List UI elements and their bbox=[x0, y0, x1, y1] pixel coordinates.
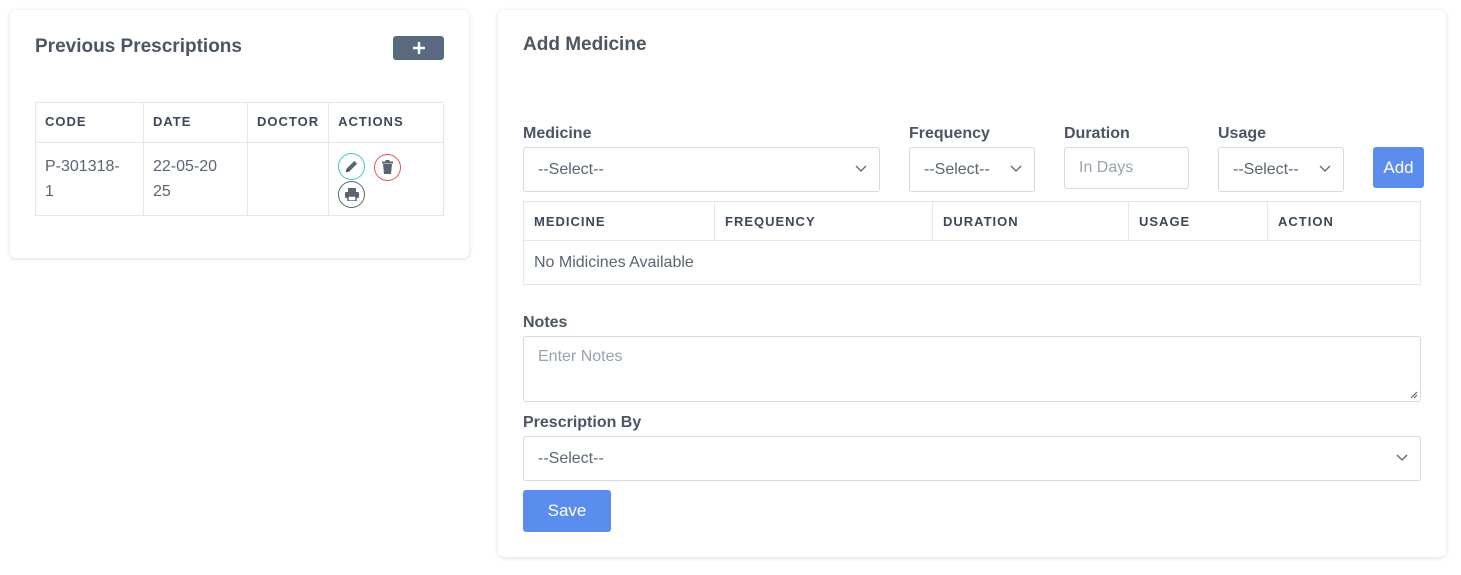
add-medicine-card: Add Medicine Medicine --Select-- Frequen… bbox=[498, 10, 1446, 557]
delete-prescription-button[interactable] bbox=[374, 153, 402, 181]
prescriptions-table: CODE DATE DOCTOR ACTIONS P-301318-1 22-0… bbox=[35, 102, 444, 216]
column-header-medicine: MEDICINE bbox=[523, 201, 715, 241]
table-row: P-301318-1 22-05-2025 bbox=[35, 142, 444, 216]
trash-icon bbox=[382, 160, 394, 174]
plus-icon bbox=[412, 42, 425, 54]
table-row: No Midicines Available bbox=[523, 240, 1421, 285]
save-button[interactable]: Save bbox=[523, 490, 611, 532]
column-header-code: CODE bbox=[35, 102, 144, 143]
medicines-table: MEDICINE FREQUENCY DURATION USAGE ACTION… bbox=[523, 201, 1421, 285]
chevron-down-icon bbox=[855, 165, 867, 172]
usage-select[interactable]: --Select-- bbox=[1218, 147, 1344, 192]
frequency-label: Frequency bbox=[909, 125, 990, 142]
medicine-label: Medicine bbox=[523, 125, 592, 142]
chevron-down-icon bbox=[1319, 165, 1331, 172]
previous-prescriptions-title: Previous Prescriptions bbox=[35, 36, 242, 57]
edit-icon bbox=[345, 160, 358, 173]
prescription-doctor bbox=[246, 142, 330, 216]
column-header-doctor: DOCTOR bbox=[246, 102, 330, 143]
column-header-actions: ACTIONS bbox=[328, 102, 444, 143]
duration-label: Duration bbox=[1064, 125, 1130, 142]
prescription-actions bbox=[328, 142, 444, 216]
notes-textarea[interactable]: Enter Notes bbox=[523, 336, 1421, 402]
prescription-by-label: Prescription By bbox=[523, 414, 642, 431]
print-prescription-button[interactable] bbox=[338, 180, 366, 208]
previous-prescriptions-card: Previous Prescriptions CODE DATE DOCTOR … bbox=[10, 10, 469, 258]
medicine-select[interactable]: --Select-- bbox=[523, 147, 880, 192]
chevron-down-icon bbox=[1396, 454, 1408, 461]
column-header-frequency: FREQUENCY bbox=[714, 201, 933, 241]
duration-input[interactable]: In Days bbox=[1064, 147, 1189, 189]
edit-prescription-button[interactable] bbox=[338, 153, 366, 180]
add-medicine-button[interactable]: Add bbox=[1373, 147, 1424, 188]
chevron-down-icon bbox=[1010, 165, 1022, 172]
column-header-duration: DURATION bbox=[932, 201, 1129, 241]
print-icon bbox=[344, 187, 359, 201]
prescription-date: 22-05-2025 bbox=[143, 142, 248, 216]
notes-label: Notes bbox=[523, 314, 568, 331]
resize-handle-icon[interactable] bbox=[1408, 389, 1418, 399]
column-header-usage: USAGE bbox=[1128, 201, 1268, 241]
prescription-code: P-301318-1 bbox=[35, 142, 144, 216]
column-header-date: DATE bbox=[143, 102, 248, 143]
frequency-select[interactable]: --Select-- bbox=[909, 147, 1035, 192]
prescription-by-select[interactable]: --Select-- bbox=[523, 436, 1421, 481]
usage-label: Usage bbox=[1218, 125, 1267, 142]
add-prescription-button[interactable] bbox=[393, 36, 444, 60]
column-header-action: ACTION bbox=[1267, 201, 1421, 241]
empty-medicines-message: No Midicines Available bbox=[523, 240, 1421, 285]
add-medicine-title: Add Medicine bbox=[523, 34, 647, 55]
